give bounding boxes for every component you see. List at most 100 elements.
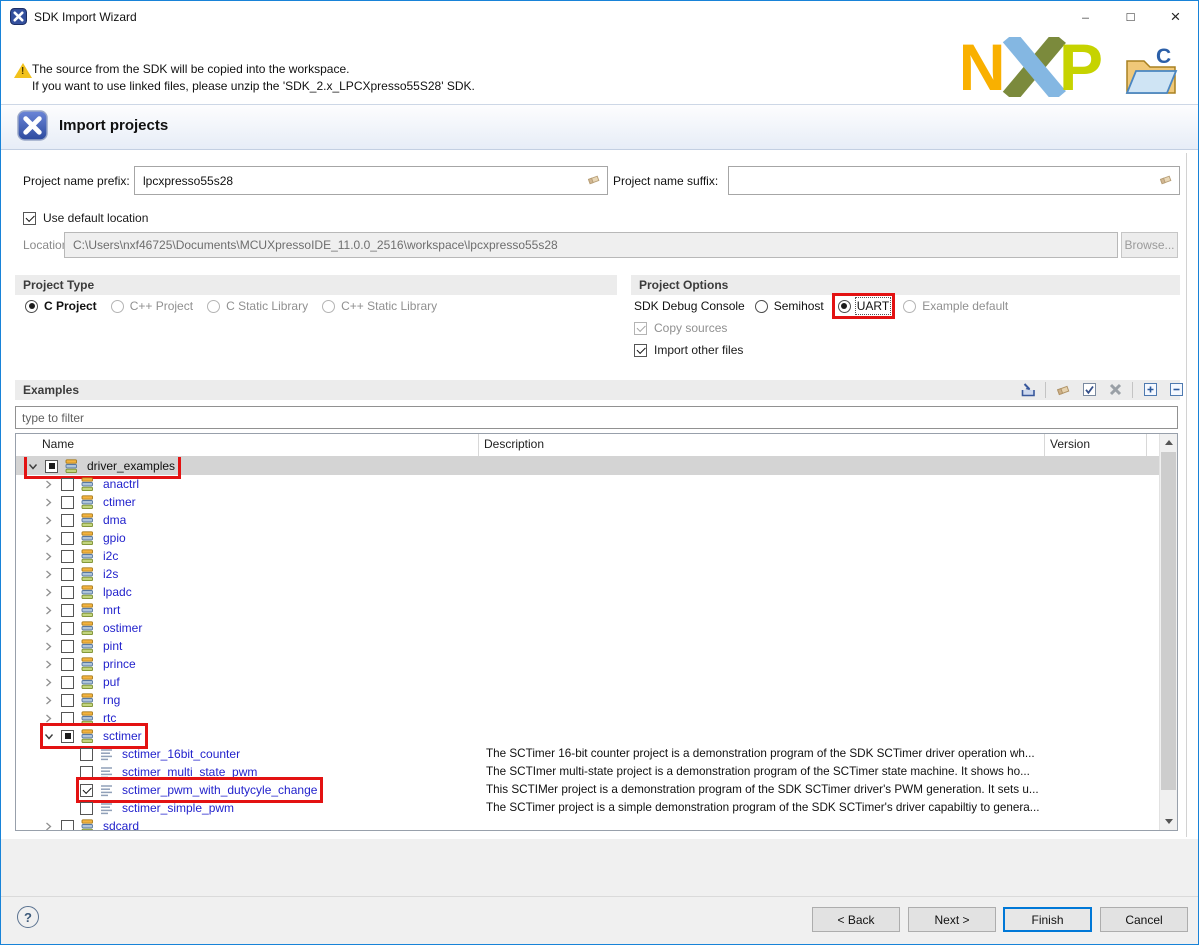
chevron-right-icon[interactable] xyxy=(44,656,61,672)
tree-row-sctimer-simple-pwm[interactable]: sctimer_simple_pwmThe SCTimer project is… xyxy=(16,799,1177,817)
radio-icon[interactable] xyxy=(755,300,768,313)
tree-item-checkbox[interactable] xyxy=(61,820,74,831)
scroll-up-icon[interactable] xyxy=(1160,434,1177,451)
tree-row-i2c[interactable]: i2c xyxy=(16,547,1177,565)
tree-item-label[interactable]: mrt xyxy=(101,603,122,617)
deselect-all-icon[interactable] xyxy=(1106,381,1124,398)
tree-item-label[interactable]: sctimer_16bit_counter xyxy=(120,747,242,761)
column-header-version[interactable]: Version xyxy=(1050,437,1090,451)
chevron-right-icon[interactable] xyxy=(44,674,61,690)
tree-item-checkbox[interactable] xyxy=(61,496,74,509)
tree-row-sctimer-pwm-with-dutycyle-change[interactable]: sctimer_pwm_with_dutycyle_changeThis SCT… xyxy=(16,781,1177,799)
tree-row-lpadc[interactable]: lpadc xyxy=(16,583,1177,601)
tree-row-sctimer[interactable]: sctimer xyxy=(16,727,1177,745)
next-button[interactable]: Next > xyxy=(908,907,996,932)
column-header-description[interactable]: Description xyxy=(484,437,544,451)
tree-row-gpio[interactable]: gpio xyxy=(16,529,1177,547)
suffix-input[interactable] xyxy=(729,167,1158,194)
tree-item-label[interactable]: prince xyxy=(101,657,138,671)
tree-item-label[interactable]: anactrl xyxy=(101,477,141,491)
tree-row-dma[interactable]: dma xyxy=(16,511,1177,529)
tree-item-label[interactable]: driver_examples xyxy=(85,459,177,473)
tree-item-label[interactable]: rtc xyxy=(101,711,118,725)
tree-item-checkbox[interactable] xyxy=(61,730,74,743)
project-type-option-c-static-library[interactable]: C Static Library xyxy=(207,299,308,313)
tree-item-label[interactable]: lpadc xyxy=(101,585,134,599)
tree-item-checkbox[interactable] xyxy=(45,460,58,473)
tree-item-checkbox[interactable] xyxy=(80,766,93,779)
tree-item-checkbox[interactable] xyxy=(61,658,74,671)
console-option-semihost[interactable]: Semihost xyxy=(755,299,824,313)
tree-item-checkbox[interactable] xyxy=(61,532,74,545)
chevron-right-icon[interactable] xyxy=(44,818,61,830)
tree-item-label[interactable]: gpio xyxy=(101,531,128,545)
chevron-right-icon[interactable] xyxy=(44,548,61,564)
vertical-scrollbar[interactable] xyxy=(1159,434,1177,830)
chevron-down-icon[interactable] xyxy=(44,728,61,744)
eraser-icon[interactable] xyxy=(1054,381,1072,398)
tree-item-checkbox[interactable] xyxy=(61,676,74,689)
tree-item-label[interactable]: sctimer_simple_pwm xyxy=(120,801,236,815)
maximize-icon[interactable]: □ xyxy=(1108,1,1153,32)
browse-button[interactable]: Browse... xyxy=(1121,232,1178,258)
minimize-icon[interactable]: – xyxy=(1063,1,1108,32)
radio-icon[interactable] xyxy=(322,300,335,313)
project-type-option-c-static-library[interactable]: C++ Static Library xyxy=(322,299,437,313)
scrollbar-thumb[interactable] xyxy=(1161,452,1176,790)
tree-item-label[interactable]: ostimer xyxy=(101,621,144,635)
tree-row-ctimer[interactable]: ctimer xyxy=(16,493,1177,511)
use-default-location-checkbox[interactable] xyxy=(23,212,36,225)
tree-item-checkbox[interactable] xyxy=(80,784,93,797)
collapse-all-icon[interactable] xyxy=(1167,381,1185,398)
tree-item-label[interactable]: sctimer_multi_state_pwm xyxy=(120,765,259,779)
chevron-right-icon[interactable] xyxy=(44,530,61,546)
expand-all-icon[interactable] xyxy=(1141,381,1159,398)
chevron-right-icon[interactable] xyxy=(44,638,61,654)
radio-icon[interactable] xyxy=(838,300,851,313)
help-button[interactable]: ? xyxy=(17,906,39,928)
select-all-icon[interactable] xyxy=(1080,381,1098,398)
import-example-icon[interactable] xyxy=(1019,381,1037,398)
tree-row-prince[interactable]: prince xyxy=(16,655,1177,673)
tree-item-checkbox[interactable] xyxy=(61,568,74,581)
project-type-option-c-project[interactable]: C Project xyxy=(25,299,97,313)
tree-row-anactrl[interactable]: anactrl xyxy=(16,475,1177,493)
radio-icon[interactable] xyxy=(111,300,124,313)
tree-row-ostimer[interactable]: ostimer xyxy=(16,619,1177,637)
tree-item-label[interactable]: sctimer_pwm_with_dutycyle_change xyxy=(120,783,319,797)
console-option-uart[interactable]: UART xyxy=(838,299,889,313)
radio-icon[interactable] xyxy=(25,300,38,313)
scroll-down-icon[interactable] xyxy=(1160,813,1177,830)
radio-icon[interactable] xyxy=(207,300,220,313)
tree-row-driver-examples[interactable]: driver_examples xyxy=(16,457,1177,475)
import-other-files-checkbox[interactable] xyxy=(634,344,647,357)
tree-item-checkbox[interactable] xyxy=(61,622,74,635)
tree-item-checkbox[interactable] xyxy=(61,586,74,599)
tree-item-checkbox[interactable] xyxy=(61,604,74,617)
prefix-input[interactable] xyxy=(135,167,586,194)
tree-row-sdcard[interactable]: sdcard xyxy=(16,817,1177,830)
cancel-button[interactable]: Cancel xyxy=(1100,907,1188,932)
chevron-right-icon[interactable] xyxy=(44,620,61,636)
close-icon[interactable]: × xyxy=(1153,1,1198,32)
chevron-right-icon[interactable] xyxy=(44,710,61,726)
tree-item-label[interactable]: puf xyxy=(101,675,122,689)
filter-input[interactable] xyxy=(16,411,1177,425)
column-header-name[interactable]: Name xyxy=(42,437,74,451)
chevron-right-icon[interactable] xyxy=(44,584,61,600)
tree-item-checkbox[interactable] xyxy=(80,802,93,815)
tree-item-checkbox[interactable] xyxy=(61,550,74,563)
finish-button[interactable]: Finish xyxy=(1003,907,1092,932)
chevron-right-icon[interactable] xyxy=(44,512,61,528)
prefix-field[interactable] xyxy=(134,166,608,195)
tree-item-checkbox[interactable] xyxy=(61,712,74,725)
tree-item-label[interactable]: rng xyxy=(101,693,122,707)
project-type-option-c-project[interactable]: C++ Project xyxy=(111,299,193,313)
tree-item-label[interactable]: i2s xyxy=(101,567,120,581)
chevron-right-icon[interactable] xyxy=(44,566,61,582)
tree-row-sctimer-16bit-counter[interactable]: sctimer_16bit_counterThe SCTimer 16-bit … xyxy=(16,745,1177,763)
tree-item-label[interactable]: sdcard xyxy=(101,819,141,830)
tree-row-i2s[interactable]: i2s xyxy=(16,565,1177,583)
tree-row-puf[interactable]: puf xyxy=(16,673,1177,691)
tree-row-pint[interactable]: pint xyxy=(16,637,1177,655)
